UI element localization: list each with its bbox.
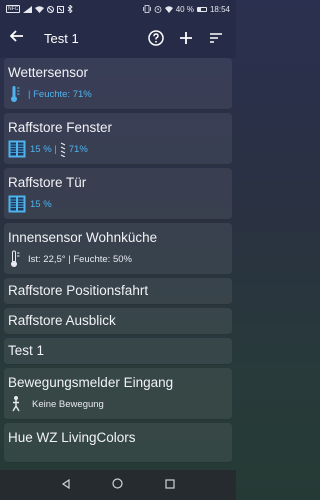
status-bar: NFC 40 % 18:54 (0, 0, 236, 18)
device-card-test-1[interactable]: Test 1 (4, 338, 232, 365)
device-name: Test 1 (8, 343, 45, 358)
mute-icon (47, 5, 55, 13)
device-card-raffstore-ausblick[interactable]: Raffstore Ausblick (4, 308, 232, 335)
device-card-raffstore-tuer[interactable]: Raffstore Tür 15 % (4, 168, 232, 220)
thermometer-icon (10, 85, 20, 103)
page-title: Test 1 (44, 30, 79, 46)
device-card-bewegungsmelder[interactable]: Bewegungsmelder Eingang Keine Bewegung (4, 368, 232, 420)
system-nav-bar (0, 470, 236, 500)
sort-icon[interactable] (204, 26, 228, 50)
vibrate-icon (142, 5, 151, 13)
device-card-innensensor[interactable]: Innensensor Wohnküche Ist: 22,5° | Feuch… (4, 223, 232, 275)
clock: 18:54 (209, 4, 230, 14)
back-arrow-icon[interactable] (9, 29, 32, 47)
device-detail: Ist: 22,5° | Feuchte: 50% (28, 253, 132, 265)
device-name: Innensensor Wohnküche (8, 230, 158, 245)
device-detail: Keine Bewegung (32, 398, 104, 410)
device-card-wettersensor[interactable]: Wettersensor | Feuchte: 71% (4, 58, 232, 110)
nav-home-icon[interactable] (112, 476, 124, 494)
nfc-icon (57, 5, 65, 13)
nfc-badge: NFC (6, 5, 21, 13)
device-name: Wettersensor (8, 65, 89, 80)
nav-recents-icon[interactable] (165, 476, 175, 494)
device-card-raffstore-fenster[interactable]: Raffstore Fenster 15 % | 71% (4, 113, 232, 165)
device-card-raffstore-positionsfahrt[interactable]: Raffstore Positionsfahrt (4, 278, 232, 305)
device-name: Hue WZ LivingColors (8, 430, 136, 445)
bluetooth-icon (67, 5, 73, 13)
blinds-icon (8, 140, 26, 158)
device-name: Raffstore Positionsfahrt (8, 283, 149, 298)
battery-percent: 40 % (175, 4, 194, 14)
wifi-icon (35, 5, 45, 13)
help-icon[interactable] (144, 26, 168, 50)
wifi-signal-icon (164, 5, 173, 13)
device-name: Raffstore Tür (8, 175, 87, 190)
battery-icon (196, 6, 207, 12)
alarm-icon (154, 6, 162, 13)
device-list: Wettersensor | Feuchte: 71% Raffstore Fe… (4, 58, 232, 466)
device-detail: 15 % (30, 198, 52, 210)
blinds-icon (8, 195, 26, 213)
slat-angle-icon (60, 141, 66, 157)
device-detail: | Feuchte: 71% (28, 88, 92, 100)
nav-back-icon[interactable] (61, 476, 71, 494)
person-motion-icon (10, 395, 24, 413)
device-card-hue-wz[interactable]: Hue WZ LivingColors (4, 423, 232, 463)
add-icon[interactable] (174, 26, 198, 50)
signal-icon (23, 5, 33, 13)
device-name: Raffstore Ausblick (8, 313, 116, 328)
thermometer-icon (10, 250, 20, 268)
device-angle: 71% (68, 143, 88, 155)
device-name: Raffstore Fenster (8, 120, 113, 135)
device-name: Bewegungsmelder Eingang (8, 375, 174, 390)
device-position: 15 % | (30, 143, 57, 155)
app-bar: Test 1 (0, 18, 236, 58)
